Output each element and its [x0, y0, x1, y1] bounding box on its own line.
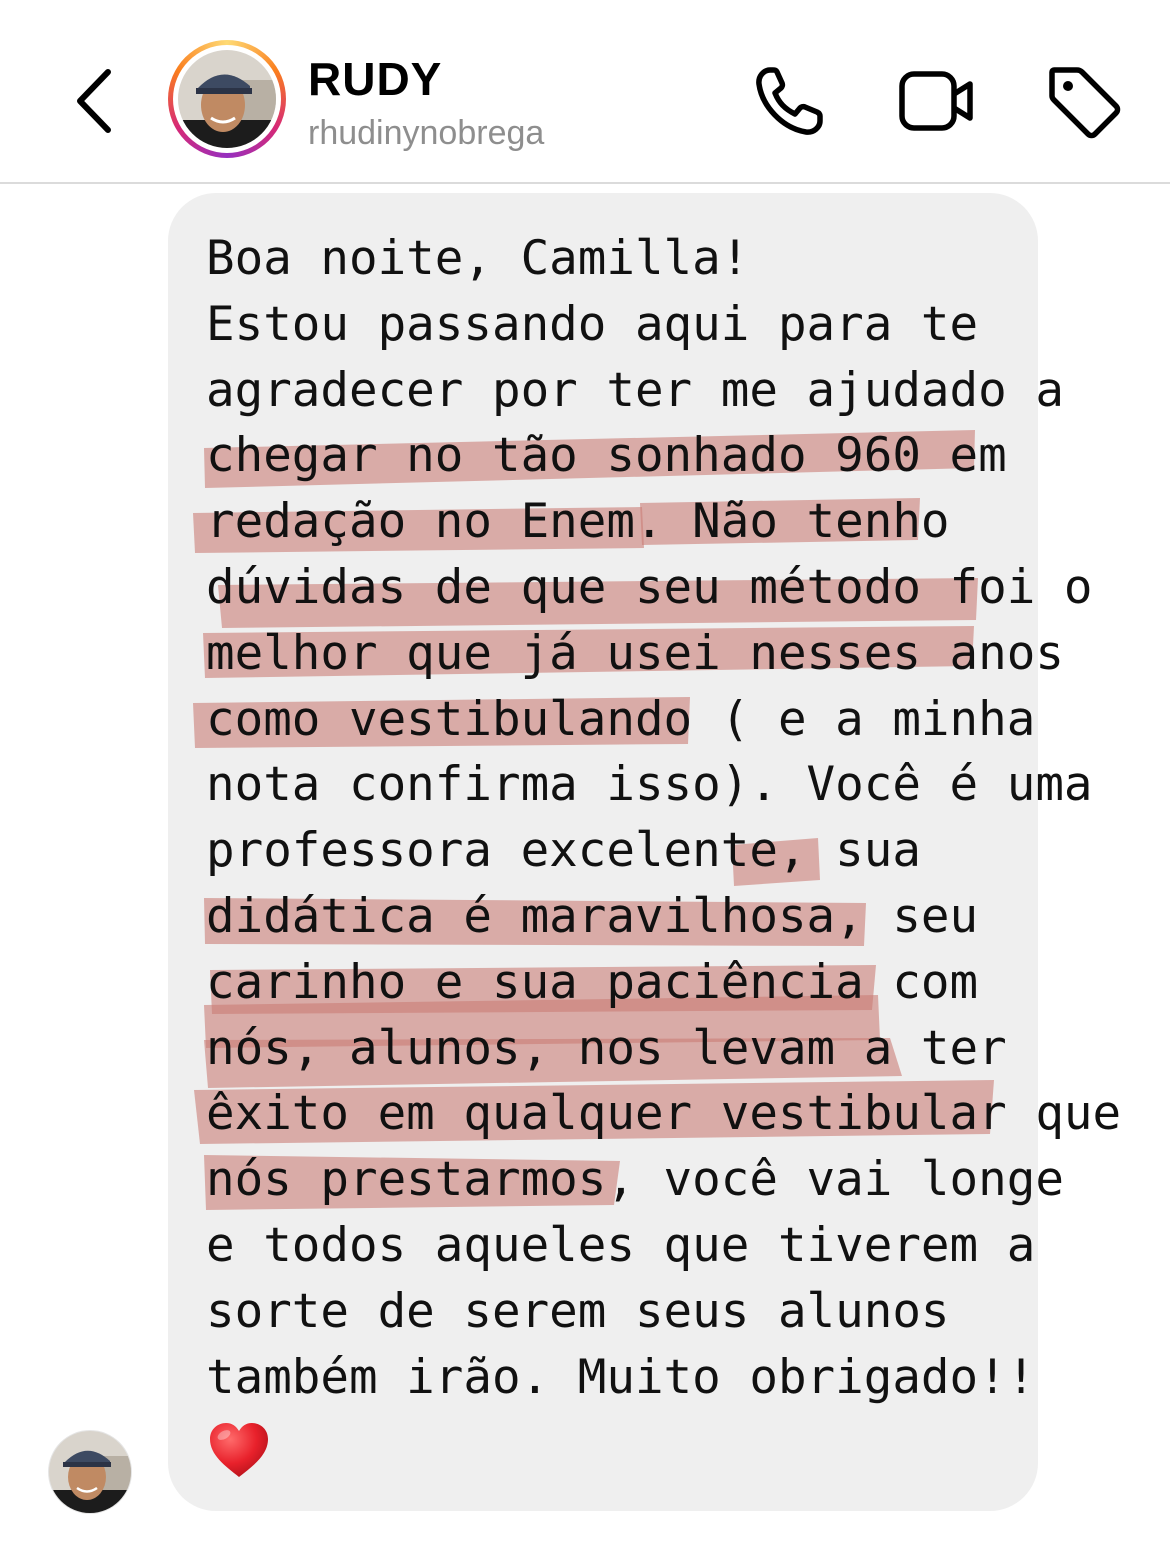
message-line: professora excelente, sua	[206, 823, 921, 879]
phone-icon[interactable]	[748, 62, 828, 142]
message-line: melhor que já usei nesses anos	[206, 625, 1064, 681]
video-camera-icon[interactable]	[896, 62, 976, 142]
chevron-left-icon[interactable]	[70, 66, 120, 136]
message-line: Estou passando aqui para te	[206, 296, 979, 352]
tag-icon[interactable]	[1044, 62, 1124, 142]
contact-name[interactable]: RUDY	[308, 52, 442, 106]
sender-avatar[interactable]	[48, 1430, 132, 1514]
message-line: Boa noite, Camilla!	[206, 231, 750, 286]
message-line: carinho e sua paciência com	[206, 954, 979, 1010]
message-line: êxito em qualquer vestibular que	[206, 1086, 1122, 1142]
contact-username[interactable]: rhudinynobrega	[308, 114, 544, 153]
message-text: Boa noite, Camilla! Estou passando aqui …	[206, 226, 1121, 1410]
message-line: nota confirma isso). Você é uma	[206, 757, 1093, 813]
message-line: sorte de serem seus alunos	[206, 1283, 950, 1339]
avatar[interactable]	[168, 40, 286, 158]
message-line: didática é maravilhosa, seu	[206, 888, 979, 944]
message-line: e todos aqueles que tiverem a	[206, 1217, 1036, 1273]
message-line: também irão. Muito obrigado!!	[206, 1349, 1036, 1405]
message-line: redação no Enem. Não tenho	[206, 494, 950, 550]
heart-icon	[210, 1423, 268, 1477]
message-line: agradecer por ter me ajudado a	[206, 362, 1064, 418]
message-line: como vestibulando ( e a minha	[206, 691, 1036, 747]
message-line: nós, alunos, nos levam a ter	[206, 1020, 1007, 1076]
avatar-photo	[178, 50, 276, 148]
message-line: nós prestarmos, você vai longe	[206, 1152, 1064, 1208]
message-line: dúvidas de que seu método foi o	[206, 559, 1093, 615]
message-line: chegar no tão sonhado 960 em	[206, 428, 1007, 484]
chat-header: RUDY rhudinynobrega	[0, 0, 1170, 184]
